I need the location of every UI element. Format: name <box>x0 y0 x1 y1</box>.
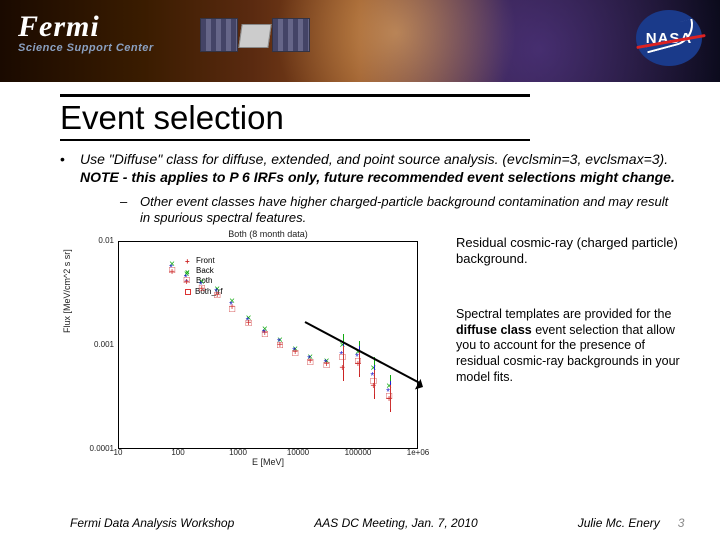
fermi-logo: Fermi Science Support Center <box>18 10 154 54</box>
slide-title: Event selection <box>60 99 680 137</box>
xtick-label: 100 <box>171 448 184 457</box>
ytick-label: 0.0001 <box>80 444 114 453</box>
bullet-main: • Use "Diffuse" class for diffuse, exten… <box>60 151 680 186</box>
ytick-label: 0.001 <box>80 340 114 349</box>
right-column: Residual cosmic-ray (charged particle) b… <box>440 233 680 483</box>
annotation-arrow <box>305 321 435 391</box>
xtick-label: 1e+06 <box>407 448 429 457</box>
data-point: □ <box>229 305 235 315</box>
data-point: □ <box>214 291 220 301</box>
ytick-label: 0.01 <box>80 236 114 245</box>
data-point: □ <box>262 330 268 340</box>
bullet-main-text: Use "Diffuse" class for diffuse, extende… <box>80 151 668 167</box>
slide-body: Event selection • Use "Diffuse" class fo… <box>0 82 720 483</box>
plot-xlabel: E [MeV] <box>118 457 418 467</box>
bullet-main-bold: NOTE - this applies to P 6 IRFs only, fu… <box>80 169 675 185</box>
bullet-sub: – Other event classes have higher charge… <box>120 194 680 227</box>
bullet-sub-text: Other event classes have higher charged-… <box>140 194 680 227</box>
plot-ylabel: Flux [MeV/cm^2 s sr] <box>62 249 72 333</box>
logo-sub-text: Science Support Center <box>18 42 154 54</box>
title-rule-bottom <box>60 139 530 141</box>
footer-left: Fermi Data Analysis Workshop <box>70 516 234 530</box>
footer-right: Julie Mc. Enery <box>578 516 660 530</box>
satellite-graphic <box>200 18 310 64</box>
footer-page: 3 <box>678 516 685 530</box>
bullet-dot: • <box>60 151 80 186</box>
data-point: □ <box>277 341 283 351</box>
data-point: □ <box>246 319 252 329</box>
nasa-logo: NASA <box>636 10 702 66</box>
data-point: □ <box>184 276 190 286</box>
data-point: □ <box>199 284 205 294</box>
bullet-dash: – <box>120 194 140 227</box>
title-rule-top <box>60 94 530 97</box>
xtick-label: 1000 <box>229 448 247 457</box>
logo-main-text: Fermi <box>18 10 154 44</box>
caption-residual: Residual cosmic-ray (charged particle) b… <box>456 235 680 268</box>
footer-center: AAS DC Meeting, Jan. 7, 2010 <box>314 516 477 530</box>
data-point: □ <box>169 266 175 276</box>
data-point: □ <box>292 349 298 359</box>
footer: Fermi Data Analysis Workshop AAS DC Meet… <box>0 516 720 530</box>
header: Fermi Science Support Center NASA <box>0 0 720 82</box>
plot-title: Both (8 month data) <box>118 229 418 239</box>
caption-templates: Spectral templates are provided for the … <box>456 307 680 385</box>
plot-area: Both (8 month data) +Front ×Back *Both B… <box>60 233 440 483</box>
xtick-label: 10 <box>114 448 123 457</box>
xtick-label: 100000 <box>345 448 372 457</box>
xtick-label: 10000 <box>287 448 309 457</box>
